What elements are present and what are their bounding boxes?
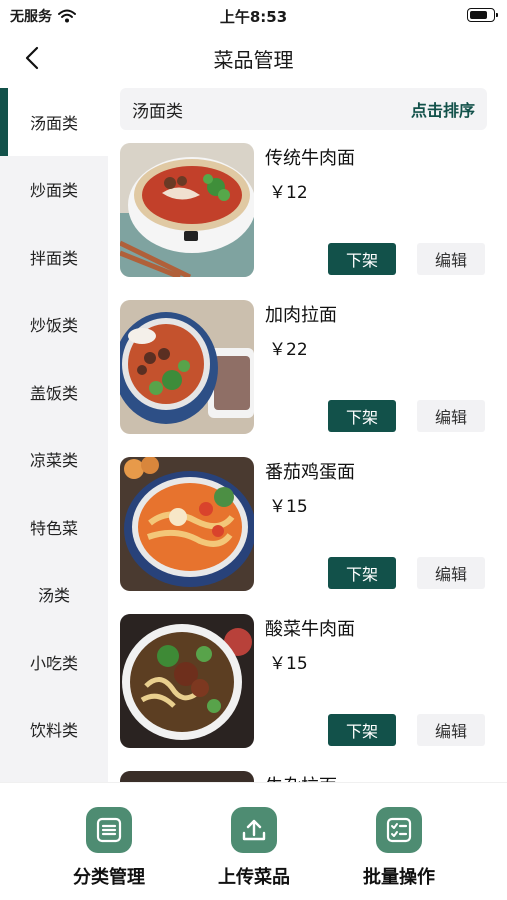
dish-photo bbox=[120, 771, 254, 782]
nav-bar: 菜品管理 bbox=[0, 32, 507, 84]
sidebar-item-rice-bowls[interactable]: 盖饭类 bbox=[0, 358, 108, 426]
dish-name: 牛杂拉面 bbox=[265, 772, 337, 782]
sidebar-item-snacks[interactable]: 小吃类 bbox=[0, 628, 108, 696]
dish-row: 牛杂拉面 bbox=[120, 766, 495, 782]
upload-icon bbox=[231, 807, 277, 853]
batch-operation-button[interactable]: 批量操作 bbox=[339, 807, 459, 889]
sort-button[interactable]: 点击排序 bbox=[411, 97, 475, 121]
edit-button[interactable]: 编辑 bbox=[417, 243, 485, 275]
dish-row: 酸菜牛肉面 ￥15 下架 编辑 bbox=[120, 609, 495, 766]
dish-row: 加肉拉面 ￥22 下架 编辑 bbox=[120, 295, 495, 452]
toolbar-label: 分类管理 bbox=[73, 867, 145, 888]
status-bar: 无服务 上午8:53 bbox=[0, 0, 507, 30]
dish-row: 传统牛肉面 ￥12 下架 编辑 bbox=[120, 138, 495, 295]
sidebar-item-soup-noodles[interactable]: 汤面类 bbox=[0, 88, 108, 156]
dish-name: 传统牛肉面 bbox=[265, 148, 355, 169]
category-sidebar: 汤面类 炒面类 拌面类 炒饭类 盖饭类 凉菜类 特色菜 汤类 小吃类 饮料类 bbox=[0, 88, 108, 782]
menu-list-icon bbox=[86, 807, 132, 853]
sidebar-item-fried-rice[interactable]: 炒饭类 bbox=[0, 291, 108, 359]
dish-price: ￥15 bbox=[269, 497, 308, 517]
category-header: 汤面类 点击排序 bbox=[120, 88, 487, 130]
sidebar-item-mixed-noodles[interactable]: 拌面类 bbox=[0, 223, 108, 291]
sidebar-item-soups[interactable]: 汤类 bbox=[0, 561, 108, 629]
sidebar-item-label: 拌面类 bbox=[29, 248, 78, 268]
dish-photo bbox=[120, 300, 254, 434]
sidebar-item-label: 汤类 bbox=[37, 586, 70, 606]
dish-name: 番茄鸡蛋面 bbox=[265, 462, 355, 483]
dish-photo bbox=[120, 614, 254, 748]
dish-name: 酸菜牛肉面 bbox=[265, 619, 355, 640]
dish-price: ￥22 bbox=[269, 340, 308, 360]
status-time: 上午8:53 bbox=[219, 8, 288, 26]
sidebar-item-label: 饮料类 bbox=[29, 721, 78, 741]
sidebar-item-label: 凉菜类 bbox=[29, 451, 78, 471]
checklist-icon bbox=[376, 807, 422, 853]
sidebar-item-fried-noodles[interactable]: 炒面类 bbox=[0, 156, 108, 224]
sidebar-item-drinks[interactable]: 饮料类 bbox=[0, 696, 108, 764]
dish-photo bbox=[120, 457, 254, 591]
bottom-toolbar: 分类管理 上传菜品 批量操作 bbox=[0, 782, 507, 900]
sidebar-item-label: 汤面类 bbox=[29, 113, 78, 133]
toolbar-label: 上传菜品 bbox=[218, 867, 290, 888]
battery-icon bbox=[467, 8, 498, 22]
sidebar-item-label: 小吃类 bbox=[29, 653, 78, 673]
sidebar-item-label: 炒饭类 bbox=[29, 316, 78, 336]
category-title: 汤面类 bbox=[132, 101, 183, 122]
sidebar-item-specialties[interactable]: 特色菜 bbox=[0, 493, 108, 561]
delist-button[interactable]: 下架 bbox=[328, 557, 396, 589]
sidebar-item-label: 炒面类 bbox=[29, 181, 78, 201]
edit-button[interactable]: 编辑 bbox=[417, 400, 485, 432]
page-title: 菜品管理 bbox=[213, 48, 294, 72]
dish-name: 加肉拉面 bbox=[265, 305, 337, 326]
sidebar-item-cold-dishes[interactable]: 凉菜类 bbox=[0, 426, 108, 494]
battery-level bbox=[470, 11, 487, 19]
dish-list[interactable]: 传统牛肉面 ￥12 下架 编辑 加肉拉面 ￥22 下架 编辑 番茄鸡蛋面 ￥15… bbox=[120, 138, 495, 782]
dish-price: ￥12 bbox=[269, 183, 308, 203]
edit-button[interactable]: 编辑 bbox=[417, 714, 485, 746]
delist-button[interactable]: 下架 bbox=[328, 400, 396, 432]
upload-dish-button[interactable]: 上传菜品 bbox=[194, 807, 314, 889]
sidebar-item-label: 特色菜 bbox=[29, 518, 78, 538]
edit-button[interactable]: 编辑 bbox=[417, 557, 485, 589]
delist-button[interactable]: 下架 bbox=[328, 243, 396, 275]
dish-row: 番茄鸡蛋面 ￥15 下架 编辑 bbox=[120, 452, 495, 609]
sidebar-item-label: 盖饭类 bbox=[29, 383, 78, 403]
dish-list-panel: 汤面类 点击排序 传统牛肉面 ￥12 下架 编辑 加肉拉面 ￥22 下架 编辑 … bbox=[108, 86, 507, 782]
toolbar-label: 批量操作 bbox=[363, 867, 435, 888]
category-management-button[interactable]: 分类管理 bbox=[49, 807, 169, 889]
delist-button[interactable]: 下架 bbox=[328, 714, 396, 746]
dish-photo bbox=[120, 143, 254, 277]
dish-price: ￥15 bbox=[269, 654, 308, 674]
